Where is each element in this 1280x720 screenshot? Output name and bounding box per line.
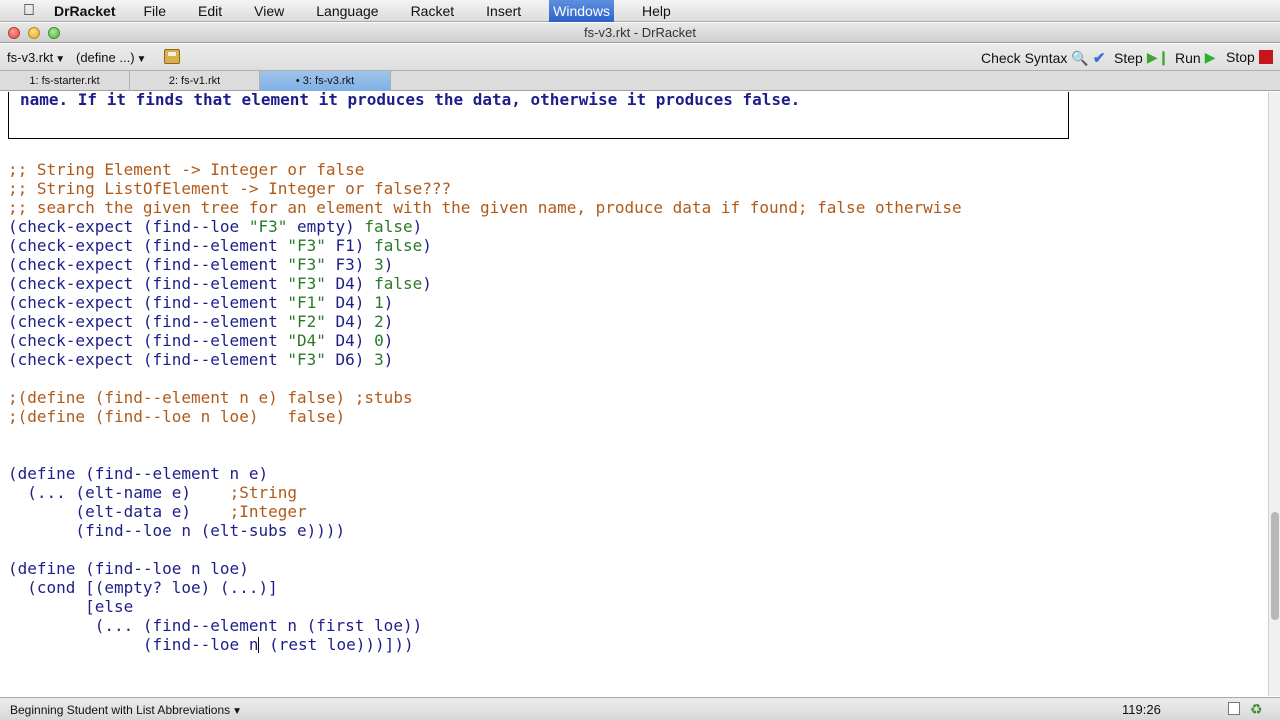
checkmark-icon: ✔ [1092,50,1106,67]
chevron-down-icon: ▼ [55,54,66,65]
code-line[interactable]: ;; search the given tree for an element … [8,198,1258,217]
code-line[interactable]: (check-expect (find--element "D4" D4) 0) [8,331,1258,350]
code-line[interactable]: (... (find--element n (first loe)) [8,616,1258,635]
menu-bar:  DrRacket File Edit View Language Racke… [0,0,1280,22]
tab-fs-v3[interactable]: • 3: fs-v3.rkt [260,71,391,91]
code-line[interactable]: (find--loe n (elt-subs e)))) [8,521,1258,540]
code-line[interactable]: [else [8,597,1258,616]
menu-racket[interactable]: Racket [407,0,459,22]
menu-insert[interactable]: Insert [482,0,525,22]
code-line[interactable]: (define (find--element n e) [8,464,1258,483]
code-line[interactable]: ;(define (find--element n e) false) ;stu… [8,388,1258,407]
run-icon: ▶ [1204,49,1216,65]
code-line[interactable]: (check-expect (find--element "F3" F1) fa… [8,236,1258,255]
code-area[interactable]: ;; String Element -> Integer or false;; … [8,160,1258,654]
code-line[interactable]: (elt-data e) ;Integer [8,502,1258,521]
magnifier-icon: 🔍 [1071,49,1089,66]
code-line[interactable]: ​ [8,369,1258,388]
code-line[interactable]: ​ [8,540,1258,559]
save-icon[interactable] [164,49,180,64]
language-label: Beginning Student with List Abbreviation… [10,703,231,717]
define-menu-button[interactable]: (define ...) ▼ [76,50,146,65]
stop-button[interactable]: Stop [1226,49,1273,65]
menu-help[interactable]: Help [638,0,675,22]
code-line[interactable]: ​ [8,445,1258,464]
tab-label: 2: fs-v1.rkt [168,75,221,87]
vertical-scrollbar[interactable] [1268,92,1280,696]
minimize-window-button[interactable] [28,27,40,39]
scrollbar-thumb[interactable] [1271,512,1279,620]
tab-bar: 1: fs-starter.rkt 2: fs-v1.rkt • 3: fs-v… [0,71,1280,91]
language-selector[interactable]: Beginning Student with List Abbreviation… [10,703,242,717]
chevron-down-icon: ▼ [232,706,243,717]
cursor-position: 119:26 [1122,702,1161,717]
code-line[interactable]: ​ [8,426,1258,445]
window-titlebar: fs-v3.rkt - DrRacket [0,23,1280,43]
define-menu-label: (define ...) [76,50,135,65]
run-label: Run [1175,49,1201,66]
tab-label: • 3: fs-v3.rkt [295,75,355,87]
code-line[interactable]: ;; String ListOfElement -> Integer or fa… [8,179,1258,198]
comment-box: name. If it finds that element it produc… [8,92,1069,139]
code-line[interactable]: (define (find--loe n loe) [8,559,1258,578]
tab-fs-v1[interactable]: 2: fs-v1.rkt [130,71,260,91]
menu-view[interactable]: View [250,0,288,22]
code-line[interactable]: (check-expect (find--loe "F3" empty) fal… [8,217,1258,236]
window-title: fs-v3.rkt - DrRacket [584,25,696,40]
stop-icon [1258,50,1273,64]
code-line[interactable]: ;(define (find--loe n loe) false) [8,407,1258,426]
definitions-editor[interactable]: name. If it finds that element it produc… [0,92,1268,696]
zoom-window-button[interactable] [48,27,60,39]
code-line[interactable]: (check-expect (find--element "F3" F3) 3) [8,255,1258,274]
chevron-down-icon: ▼ [136,54,147,65]
close-window-button[interactable] [8,27,20,39]
status-indicator-box [1228,702,1240,715]
toolbar: fs-v3.rkt ▼ (define ...) ▼ Check Syntax 🔍 … [0,44,1280,71]
status-bar: Beginning Student with List Abbreviation… [0,697,1280,720]
code-line[interactable]: (find--loe n (rest loe)))])) [8,635,1258,654]
step-button[interactable]: Step ▶❙ [1114,49,1169,66]
code-line[interactable]: (check-expect (find--element "F3" D4) fa… [8,274,1258,293]
step-label: Step [1114,49,1143,66]
code-line[interactable]: ;; String Element -> Integer or false [8,160,1258,179]
menu-windows[interactable]: Windows [549,0,614,22]
check-syntax-label: Check Syntax [981,50,1068,66]
code-line[interactable]: (check-expect (find--element "F3" D6) 3) [8,350,1258,369]
code-line[interactable]: (cond [(empty? loe) (...)] [8,578,1258,597]
text-cursor [258,637,260,653]
step-icon: ▶❙ [1146,49,1170,65]
code-line[interactable]: (check-expect (find--element "F2" D4) 2) [8,312,1258,331]
apple-icon[interactable]:  [18,2,40,20]
code-line[interactable]: (... (elt-name e) ;String [8,483,1258,502]
menu-file[interactable]: File [139,0,170,22]
run-button[interactable]: Run ▶ [1175,49,1215,66]
check-syntax-button[interactable]: Check Syntax 🔍 ✔ [981,49,1106,68]
file-menu-label: fs-v3.rkt [7,50,54,65]
code-line[interactable]: (check-expect (find--element "F1" D4) 1) [8,293,1258,312]
stop-label: Stop [1226,49,1255,65]
comment-box-text: name. If it finds that element it produc… [20,92,801,109]
tab-label: 1: fs-starter.rkt [29,75,100,87]
file-menu-button[interactable]: fs-v3.rkt ▼ [7,50,65,65]
recycle-icon[interactable]: ♻ [1250,701,1263,718]
menu-edit[interactable]: Edit [194,0,226,22]
menu-language[interactable]: Language [312,0,382,22]
tab-fs-starter[interactable]: 1: fs-starter.rkt [0,71,130,91]
menu-app-name[interactable]: DrRacket [54,3,115,19]
